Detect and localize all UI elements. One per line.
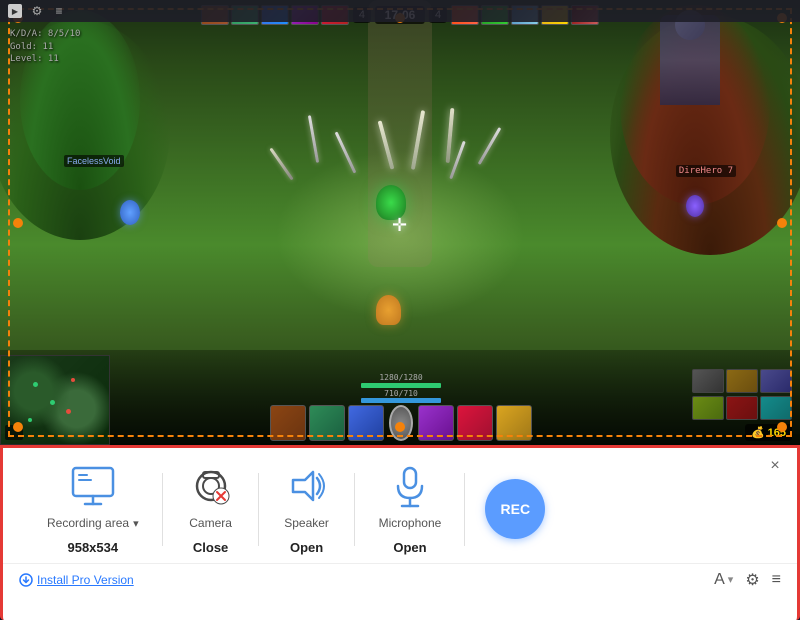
portrait-icon — [389, 405, 413, 441]
settings-button[interactable]: ⚙ — [745, 570, 759, 590]
window-menu-icon: ≡ — [52, 4, 66, 18]
window-app-icon: ▶ — [8, 4, 22, 18]
microphone-label: Microphone — [379, 516, 442, 532]
speaker-label: Speaker — [284, 516, 329, 532]
panel-controls-row: Recording area ▾ 958x534 — [3, 448, 797, 563]
gold-display: 💰 165 — [745, 424, 792, 441]
camera-icon — [187, 464, 235, 508]
download-icon — [19, 573, 33, 587]
recording-area-dropdown-arrow[interactable]: ▾ — [133, 517, 139, 530]
panel-bottom: Install Pro Version A ▾ ⚙ ≡ — [3, 563, 797, 598]
skill-icon-6 — [496, 405, 532, 441]
microphone-control[interactable]: Microphone Open — [355, 464, 466, 555]
camera-control[interactable]: Camera Close — [163, 464, 259, 555]
item-icons-top — [692, 369, 792, 393]
item-icon-1 — [692, 369, 724, 393]
item-icons-bottom — [692, 396, 792, 420]
monitor-icon — [69, 464, 117, 508]
camera-value: Close — [193, 540, 228, 555]
game-bottombar: 1280/1280 710/710 — [0, 350, 800, 445]
minimap — [0, 355, 110, 445]
item-icon-2 — [726, 369, 758, 393]
recording-area-control[interactable]: Recording area ▾ 958x534 — [23, 464, 163, 555]
panel-bottom-right: A ▾ ⚙ ≡ — [714, 570, 781, 590]
item-icon-3 — [760, 369, 792, 393]
rec-button[interactable]: REC — [485, 479, 545, 539]
game-stats: K/D/A: 8/5/10 Gold: 11 Level: 11 — [10, 28, 80, 66]
skill-icons — [270, 405, 532, 441]
microphone-value: Open — [393, 540, 426, 555]
skill-icon-2 — [309, 405, 345, 441]
hero-hp-label: DireHero 7 — [676, 165, 736, 177]
microphone-icon — [386, 464, 434, 508]
skill-icon-3 — [348, 405, 384, 441]
menu-button[interactable]: ≡ — [772, 571, 781, 589]
recording-area-value: 958x534 — [67, 540, 118, 555]
game-area: ✛ FacelessVoid DireHero 7 K/D/A: 8/5/10 … — [0, 0, 800, 445]
item-icon-4 — [692, 396, 724, 420]
skill-icon-1 — [270, 405, 306, 441]
speaker-control[interactable]: Speaker Open — [259, 464, 355, 555]
panel-close-button[interactable]: × — [765, 456, 785, 476]
skill-icon-5 — [457, 405, 493, 441]
text-tool-button[interactable]: A ▾ — [714, 571, 733, 589]
speaker-icon — [283, 464, 331, 508]
skill-icon-4 — [418, 405, 454, 441]
item-icon-6 — [760, 396, 792, 420]
install-pro-link[interactable]: Install Pro Version — [19, 573, 134, 587]
control-panel: × Recording area ▾ 958x534 — [0, 445, 800, 620]
item-icon-5 — [726, 396, 758, 420]
recording-area-label: Recording area — [47, 516, 129, 532]
window-gear-icon: ⚙ — [30, 4, 44, 18]
speaker-value: Open — [290, 540, 323, 555]
window-titlebar: ▶ ⚙ ≡ — [0, 0, 800, 22]
camera-label: Camera — [189, 516, 232, 532]
